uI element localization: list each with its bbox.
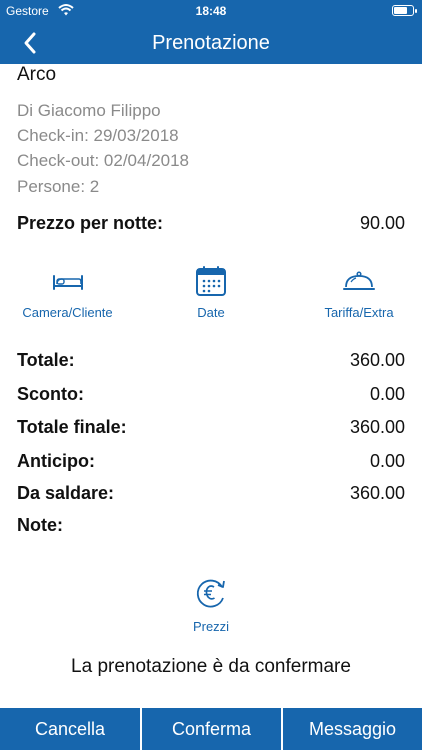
deposit-label: Anticipo: <box>17 451 95 471</box>
rate-extra-label: Tariffa/Extra <box>324 305 394 320</box>
room-name: Arco <box>17 64 57 85</box>
cancel-button[interactable]: Cancella <box>0 708 140 750</box>
calendar-icon <box>153 266 269 299</box>
total-label: Totale: <box>17 350 75 370</box>
balance-due-label: Da saldare: <box>17 483 115 503</box>
deposit-value: 0.00 <box>369 451 405 471</box>
bed-icon <box>10 266 125 299</box>
clock: 18:48 <box>195 4 227 18</box>
euro-refresh-icon <box>171 576 251 613</box>
message-button[interactable]: Messaggio <box>283 708 422 750</box>
battery-cap <box>415 9 417 13</box>
final-total-label: Totale finale: <box>17 417 127 437</box>
room-client-label: Camera/Cliente <box>22 305 113 320</box>
persons-count: Persone: 2 <box>17 177 100 196</box>
balance-due-value: 360.00 <box>349 483 405 503</box>
confirmation-status-message: La prenotazione è da confermare <box>71 656 351 677</box>
navigation-bar: Prenotazione <box>0 22 422 64</box>
cloche-icon <box>300 266 418 299</box>
price-per-night-label: Prezzo per notte: <box>17 213 164 233</box>
prices-label: Prezzi <box>192 619 230 634</box>
confirm-button[interactable]: Conferma <box>142 708 281 750</box>
prices-button[interactable]: Prezzi <box>171 576 251 634</box>
total-value: 360.00 <box>349 350 405 370</box>
page-title: Prenotazione <box>152 32 270 54</box>
guest-name: Di Giacomo Filippo <box>17 101 161 120</box>
battery-fill <box>394 7 407 14</box>
discount-value: 0.00 <box>369 384 405 404</box>
notes-label: Note: <box>17 515 63 535</box>
final-total-value: 360.00 <box>349 417 405 437</box>
room-client-button[interactable]: Camera/Cliente <box>10 266 125 320</box>
status-bar: Gestore 18:48 <box>0 0 422 22</box>
rate-extra-button[interactable]: Tariffa/Extra <box>300 266 418 320</box>
discount-label: Sconto: <box>17 384 84 404</box>
dates-button[interactable]: Date <box>153 266 269 320</box>
battery-icon <box>392 5 417 16</box>
bottom-action-bar: Cancella Conferma Messaggio <box>0 708 422 750</box>
price-per-night-value: 90.00 <box>359 213 405 233</box>
checkin-date: Check-in: 29/03/2018 <box>17 126 179 145</box>
dates-label: Date <box>197 305 225 320</box>
checkout-date: Check-out: 02/04/2018 <box>17 151 190 170</box>
